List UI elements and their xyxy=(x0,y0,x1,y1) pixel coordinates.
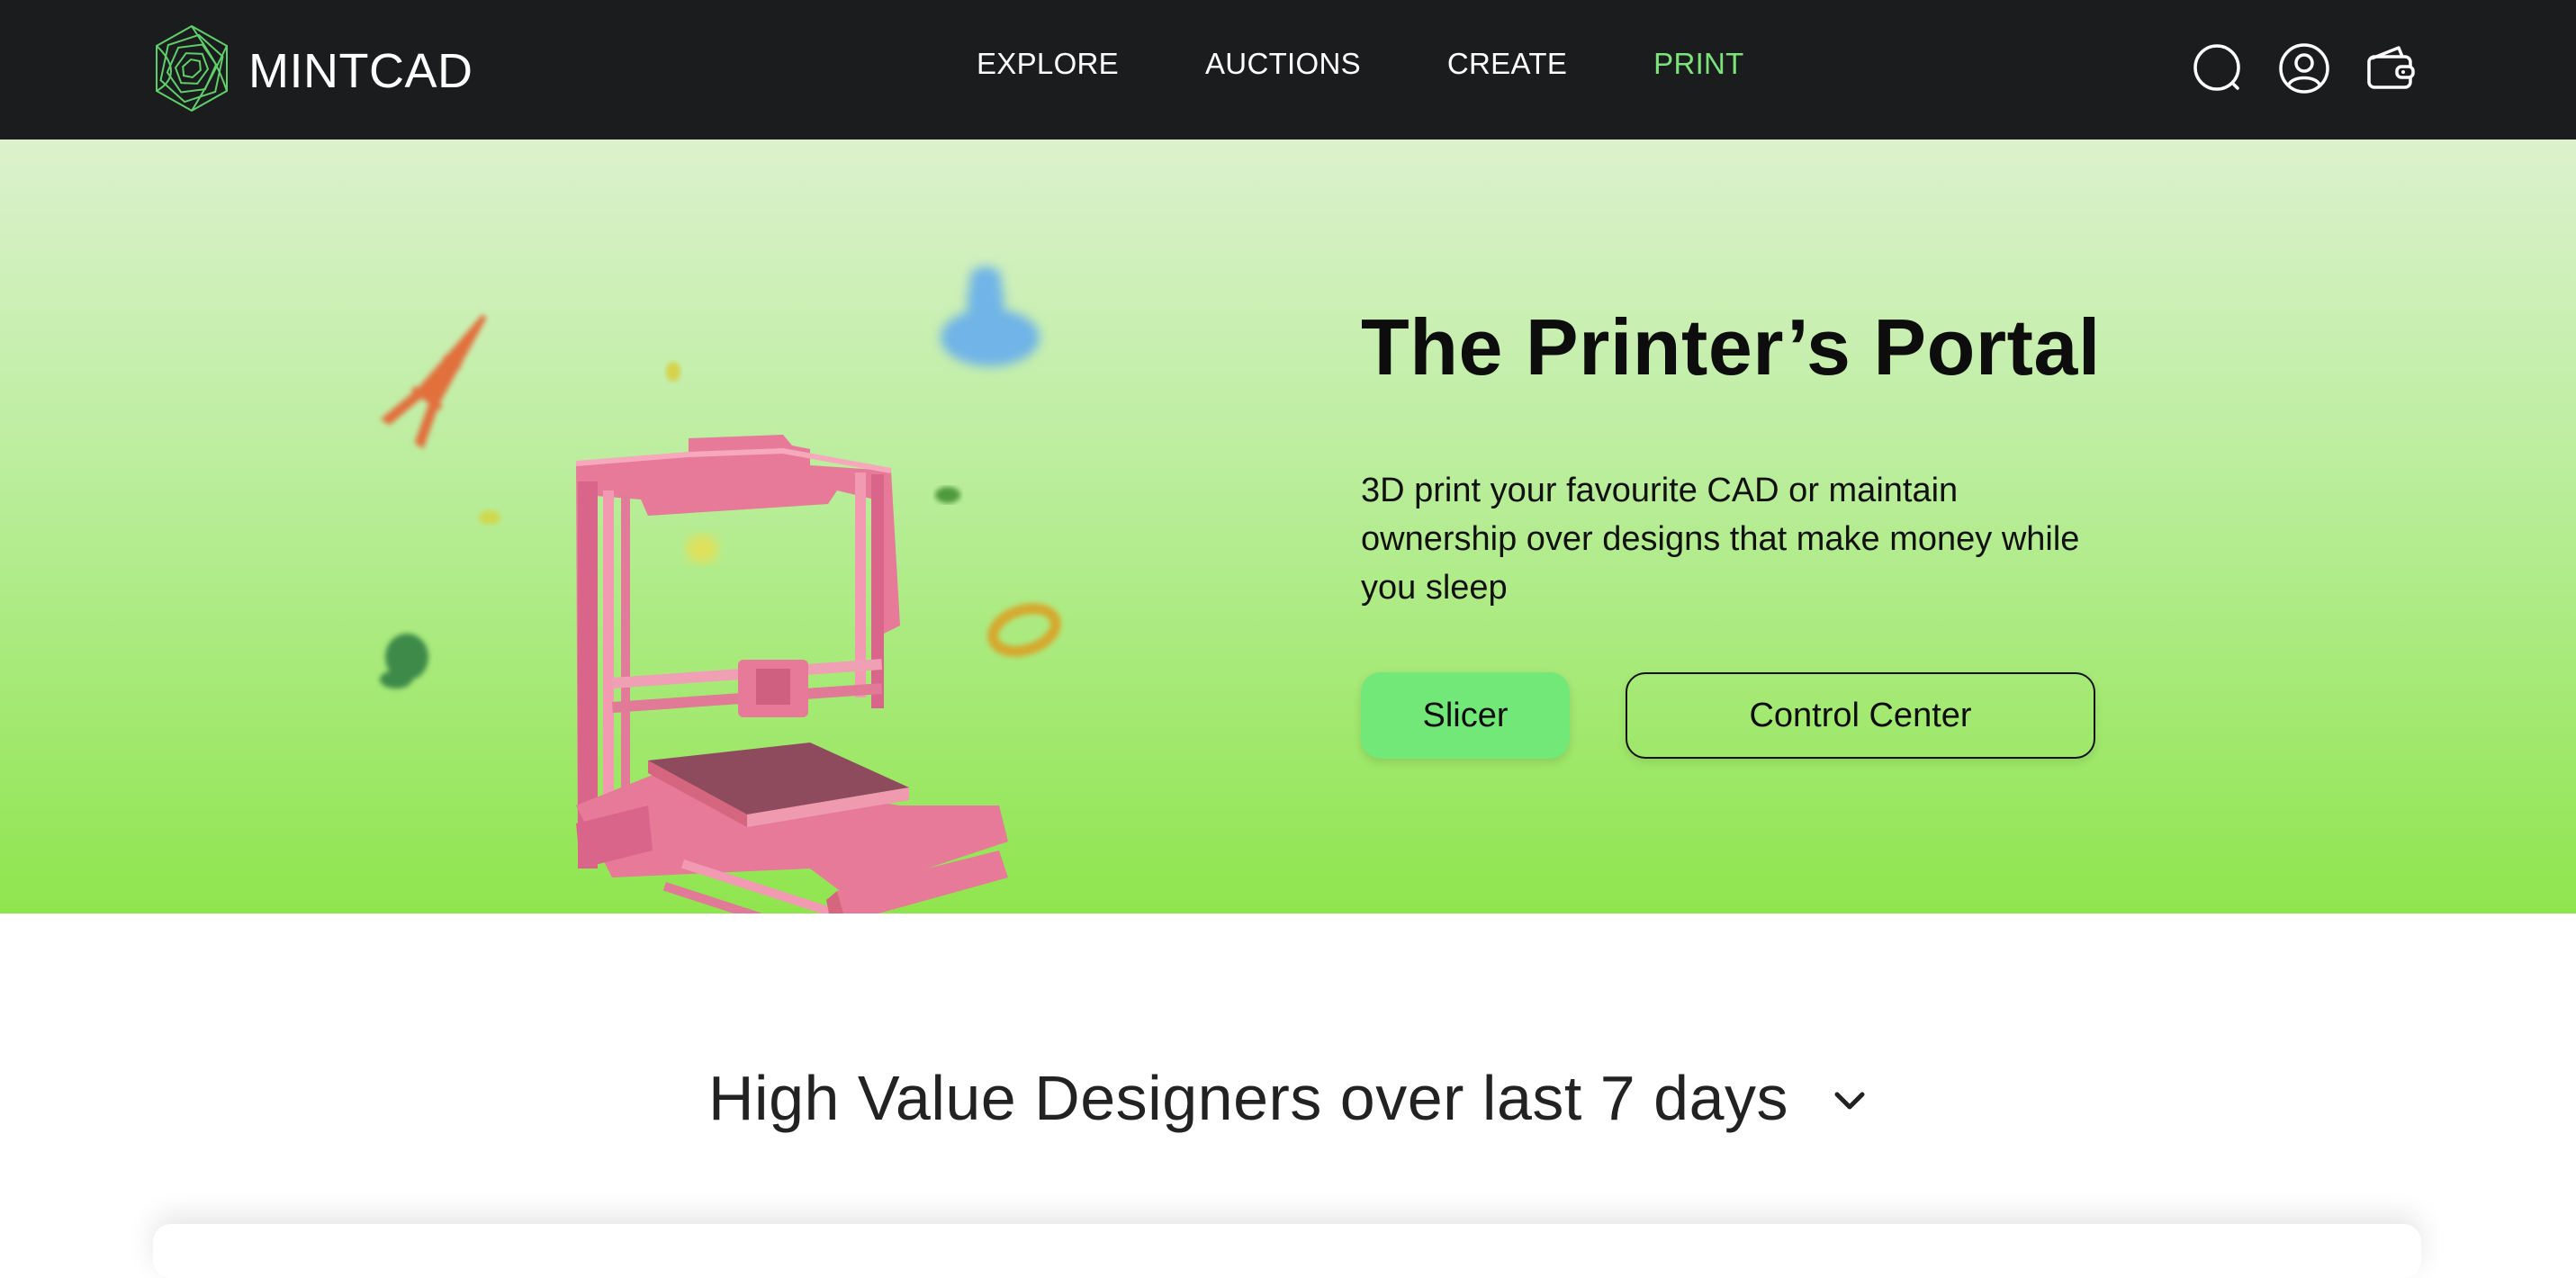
nav-explore-link[interactable]: EXPLORE xyxy=(977,47,1119,81)
top-navbar: MINTCAD EXPLORE AUCTIONS CREATE PRINT xyxy=(0,0,2576,140)
chevron-down-icon[interactable] xyxy=(1832,1088,1868,1118)
brand-logo[interactable]: MINTCAD xyxy=(153,23,473,118)
search-icon[interactable] xyxy=(2191,41,2245,95)
green-bust-model xyxy=(380,634,428,688)
user-icon[interactable] xyxy=(2277,41,2331,95)
section-title: High Value Designers over last 7 days xyxy=(707,1063,1789,1133)
nav-icon-group xyxy=(2191,41,2450,95)
gold-ring-model xyxy=(987,603,1061,657)
hero-title: The Printer’s Portal xyxy=(1361,302,2101,392)
hero-illustration xyxy=(306,230,1116,914)
control-center-button[interactable]: Control Center xyxy=(1626,672,2095,759)
designers-card xyxy=(153,1224,2421,1278)
boat-model xyxy=(941,266,1040,366)
hexagon-spiral-logo-icon xyxy=(153,23,230,118)
hero-banner: The Printer’s Portal 3D print your favou… xyxy=(0,140,2576,914)
designers-section-header: High Value Designers over last 7 days xyxy=(0,1062,2576,1134)
main-nav: EXPLORE AUCTIONS CREATE PRINT xyxy=(977,47,1831,81)
nav-create-link[interactable]: CREATE xyxy=(1447,47,1567,81)
hero-description: 3D print your favourite CAD or maintain … xyxy=(1361,472,2080,607)
nav-auctions-link[interactable]: AUCTIONS xyxy=(1205,47,1361,81)
wallet-icon[interactable] xyxy=(2364,41,2418,95)
nav-print-link[interactable]: PRINT xyxy=(1653,47,1744,81)
eiffel-tower-model xyxy=(380,314,487,449)
brand-name: MINTCAD xyxy=(248,43,473,98)
slicer-button[interactable]: Slicer xyxy=(1361,672,1570,759)
printer-model xyxy=(575,435,1008,914)
